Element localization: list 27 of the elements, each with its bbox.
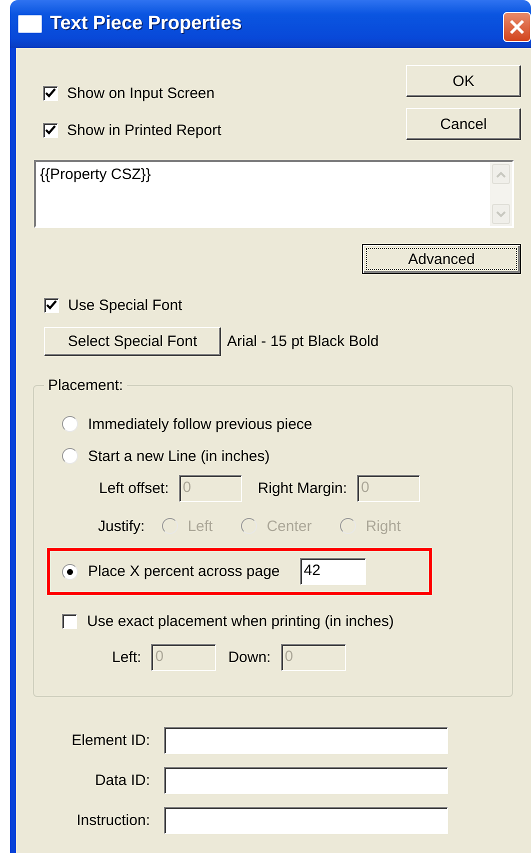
field-label: Right Margin: [258,480,347,496]
field-label: Data ID: [94,772,151,789]
window-title: Text Piece Properties [50,13,242,35]
text-area-value: {{Property CSZ}} [40,166,151,183]
percent-field[interactable]: 42 [300,558,366,585]
field-label: Left offset: [99,480,169,496]
radio-label: Start a new Line (in inches) [88,448,270,464]
radio-label: Right [366,518,401,534]
field-label: Left: [112,648,142,666]
radio-label: Left [188,518,213,534]
select-font-button[interactable]: Select Special Font [44,327,221,356]
dialog-button[interactable]: Cancel [406,108,521,140]
field-label: Instruction: [76,812,151,829]
checkbox-label: Use exact placement when printing (in inches) [87,612,394,630]
checkbox-label: Show in Printed Report [67,122,222,138]
checkbox-label: Show on Input Screen [67,84,215,102]
checkbox-label: Use Special Font [68,296,182,314]
field-label: Down: [228,648,271,666]
radio-label: Immediately follow previous piece [88,416,312,432]
radio-label: Center [266,518,312,534]
dialog-button[interactable]: OK [406,65,521,97]
advanced-button[interactable]: Advanced [362,244,521,274]
font-description: Arial - 15 pt Black Bold [227,333,379,350]
group-title: Placement: [47,377,124,394]
radio-label: Place X percent across page [88,563,280,580]
field-label: Element ID: [70,732,151,749]
field-label: Justify: [98,518,145,534]
